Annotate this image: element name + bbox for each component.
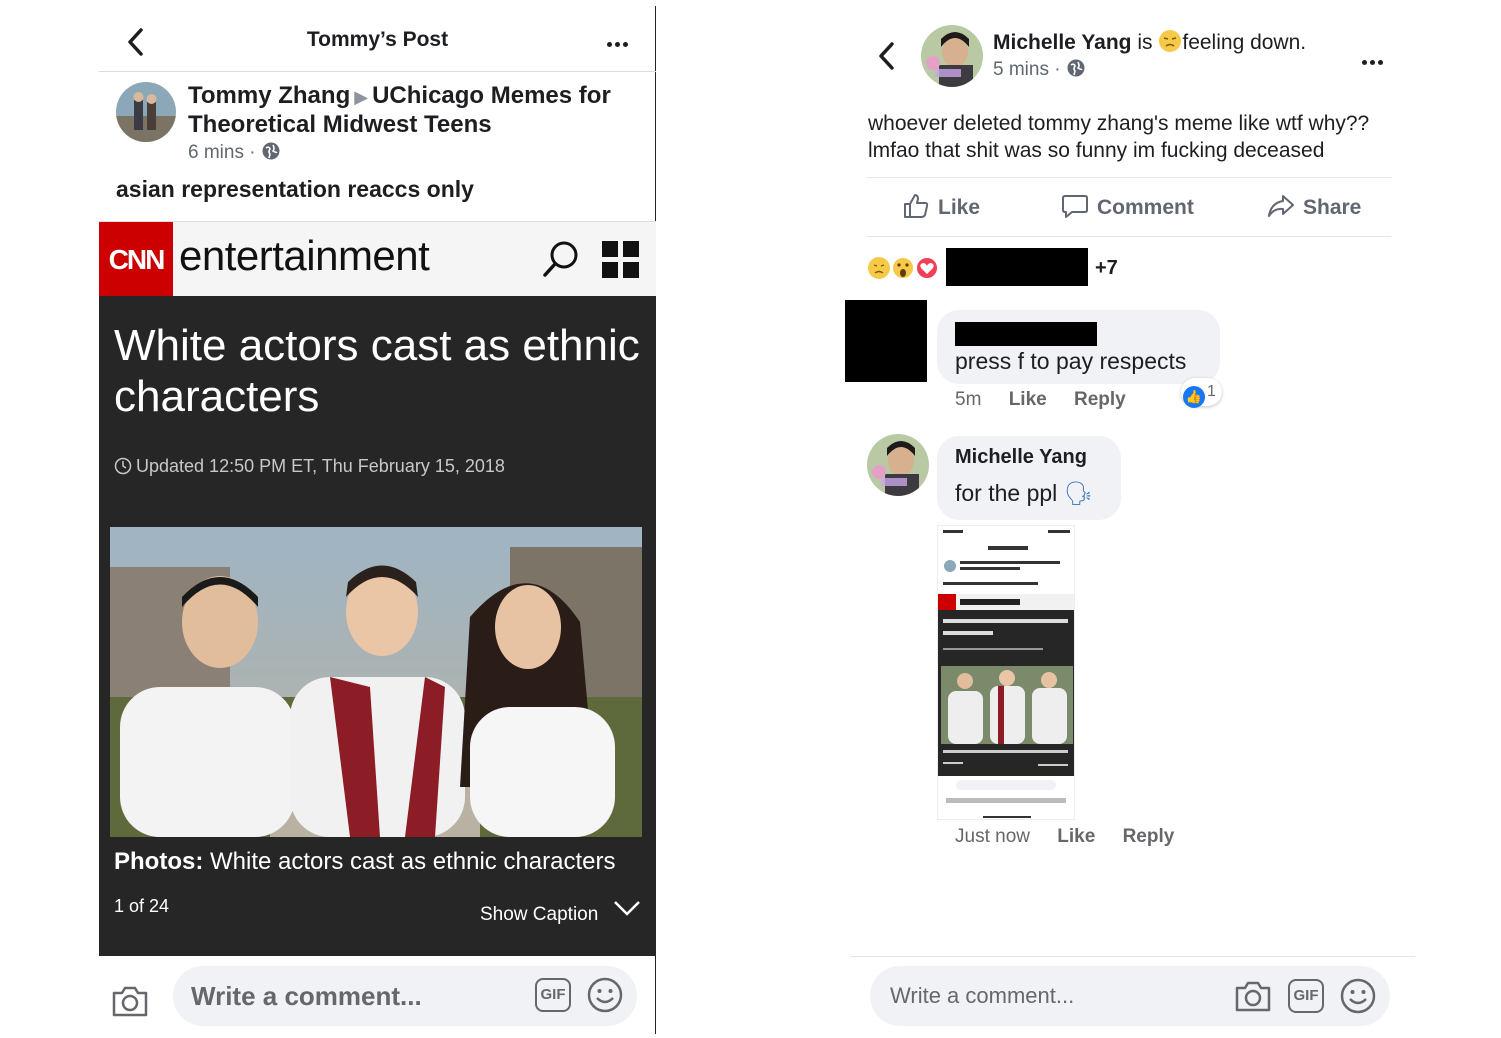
redacted-commenter-name: [955, 322, 1097, 346]
divider: [867, 236, 1391, 237]
avatar[interactable]: [867, 434, 929, 496]
pensive-face-icon: [1159, 30, 1182, 52]
divider: [850, 956, 1415, 957]
comment-time: 5m: [955, 389, 982, 410]
comment-text: press f to pay respects: [955, 348, 1187, 374]
divider: [867, 177, 1391, 178]
comment-placeholder: Write a comment...: [890, 983, 1075, 1008]
comment-input[interactable]: Write a comment... GIF: [173, 966, 637, 1026]
comment-like-link[interactable]: Like: [1009, 389, 1047, 410]
cnn-logo[interactable]: CNN: [99, 222, 173, 297]
share-arrow-icon: [1268, 195, 1294, 217]
caption-label: Photos:: [114, 848, 204, 875]
cnn-section-title: entertainment: [179, 232, 430, 279]
photo-caption: Photos: White actors cast as ethnic char…: [114, 848, 616, 876]
globe-icon: [262, 142, 280, 160]
more-options-icon[interactable]: [1362, 52, 1392, 65]
search-icon[interactable]: [541, 239, 581, 279]
post-header: Tommy’s Post: [99, 6, 656, 72]
gif-button[interactable]: GIF: [1288, 979, 1324, 1013]
article-headline: White actors cast as ethnic characters: [114, 321, 640, 421]
post-author-line: Michelle Yang is feeling down.: [993, 29, 1306, 55]
comment-bubble[interactable]: press f to pay respects: [937, 310, 1220, 384]
cnn-header-bar: CNN entertainment: [99, 221, 656, 297]
camera-icon[interactable]: [111, 984, 149, 1018]
post-author-line: Tommy Zhang ▶ UChicago Memes for Theoretic…: [188, 82, 648, 139]
gif-button[interactable]: GIF: [535, 978, 571, 1012]
reaction-count[interactable]: +7: [1095, 257, 1118, 280]
comment-input[interactable]: Write a comment... GIF: [870, 966, 1390, 1026]
arrow-right-icon: ▶: [354, 87, 369, 107]
comment-bubble[interactable]: Michelle Yang for the ppl 🗣: [937, 436, 1121, 520]
comment-bubble-icon: [1062, 195, 1088, 218]
like-thumb-icon: 👍: [1183, 386, 1205, 408]
emoji-icon[interactable]: [587, 977, 623, 1013]
post-message: whoever deleted tommy zhang's meme like …: [868, 112, 1370, 162]
comment-like-link[interactable]: Like: [1057, 826, 1095, 847]
post-message: asian representation reaccs only: [116, 176, 474, 202]
redacted-names: [946, 248, 1088, 286]
cnn-article: White actors cast as ethnic characters U…: [99, 296, 656, 956]
like-label: Like: [938, 196, 981, 219]
grid-menu-icon[interactable]: [602, 241, 640, 279]
comment-text: for the ppl 🗣: [955, 480, 1093, 507]
speaking-head-icon: 🗣: [1063, 480, 1093, 506]
reaction-icons[interactable]: [867, 254, 943, 287]
share-label: Share: [1303, 196, 1362, 219]
caption-text: White actors cast as ethnic characters: [210, 848, 616, 875]
avatar[interactable]: [921, 25, 983, 87]
show-caption-button[interactable]: Show Caption: [480, 904, 598, 926]
more-options-icon[interactable]: [607, 34, 637, 47]
comment-time: Just now: [955, 826, 1030, 847]
post-time[interactable]: 5 mins ·: [993, 59, 1061, 80]
author-name[interactable]: Tommy Zhang: [188, 82, 350, 109]
comment-meta: 5m Like Reply: [955, 389, 1148, 411]
photo-count: 1 of 24: [114, 896, 170, 916]
page-title: Tommy’s Post: [306, 28, 449, 51]
comment-button[interactable]: Comment: [1061, 192, 1194, 220]
globe-icon: [1067, 59, 1085, 77]
share-button[interactable]: Share: [1267, 192, 1361, 220]
comment-like-badge[interactable]: 👍 1: [1181, 378, 1222, 408]
like-count: 1: [1207, 383, 1216, 400]
thumbs-up-icon: [904, 194, 929, 218]
is-text: is: [1137, 31, 1153, 54]
comment-text-body: for the ppl: [955, 480, 1058, 506]
camera-icon[interactable]: [1234, 979, 1272, 1013]
comment-composer: Write a comment... GIF: [99, 964, 656, 1034]
article-photo[interactable]: [110, 527, 642, 837]
attached-screenshot[interactable]: [937, 525, 1075, 820]
chevron-down-icon[interactable]: [612, 897, 642, 919]
post-meta: 5 mins ·: [993, 58, 1086, 81]
commenter-name[interactable]: Michelle Yang: [955, 446, 1087, 469]
right-screenshot: Michelle Yang is feeling down. 5 mins · …: [845, 0, 1415, 1038]
comment-reply-link[interactable]: Reply: [1074, 389, 1126, 410]
comment-label: Comment: [1097, 196, 1194, 219]
back-chevron-icon[interactable]: [872, 38, 902, 74]
emoji-icon[interactable]: [1340, 978, 1376, 1014]
redacted-avatar: [845, 300, 927, 382]
like-button[interactable]: Like: [902, 192, 980, 220]
comment-placeholder: Write a comment...: [191, 981, 422, 1011]
avatar[interactable]: [116, 82, 176, 142]
clock-icon: [114, 457, 132, 475]
left-screenshot: Tommy’s Post Tommy Zhang ▶ UChicago Memes …: [99, 6, 656, 1034]
post-meta: 6 mins ·: [188, 141, 281, 164]
comment-meta: Just now Like Reply: [955, 826, 1196, 848]
sad-reaction-icon: [868, 257, 890, 279]
post-time[interactable]: 6 mins ·: [188, 142, 256, 163]
updated-text: Updated 12:50 PM ET, Thu February 15, 20…: [136, 456, 505, 476]
author-name[interactable]: Michelle Yang: [993, 31, 1132, 54]
feeling-text: feeling down.: [1182, 31, 1307, 54]
article-updated: Updated 12:50 PM ET, Thu February 15, 20…: [114, 456, 505, 477]
comment-reply-link[interactable]: Reply: [1123, 826, 1175, 847]
